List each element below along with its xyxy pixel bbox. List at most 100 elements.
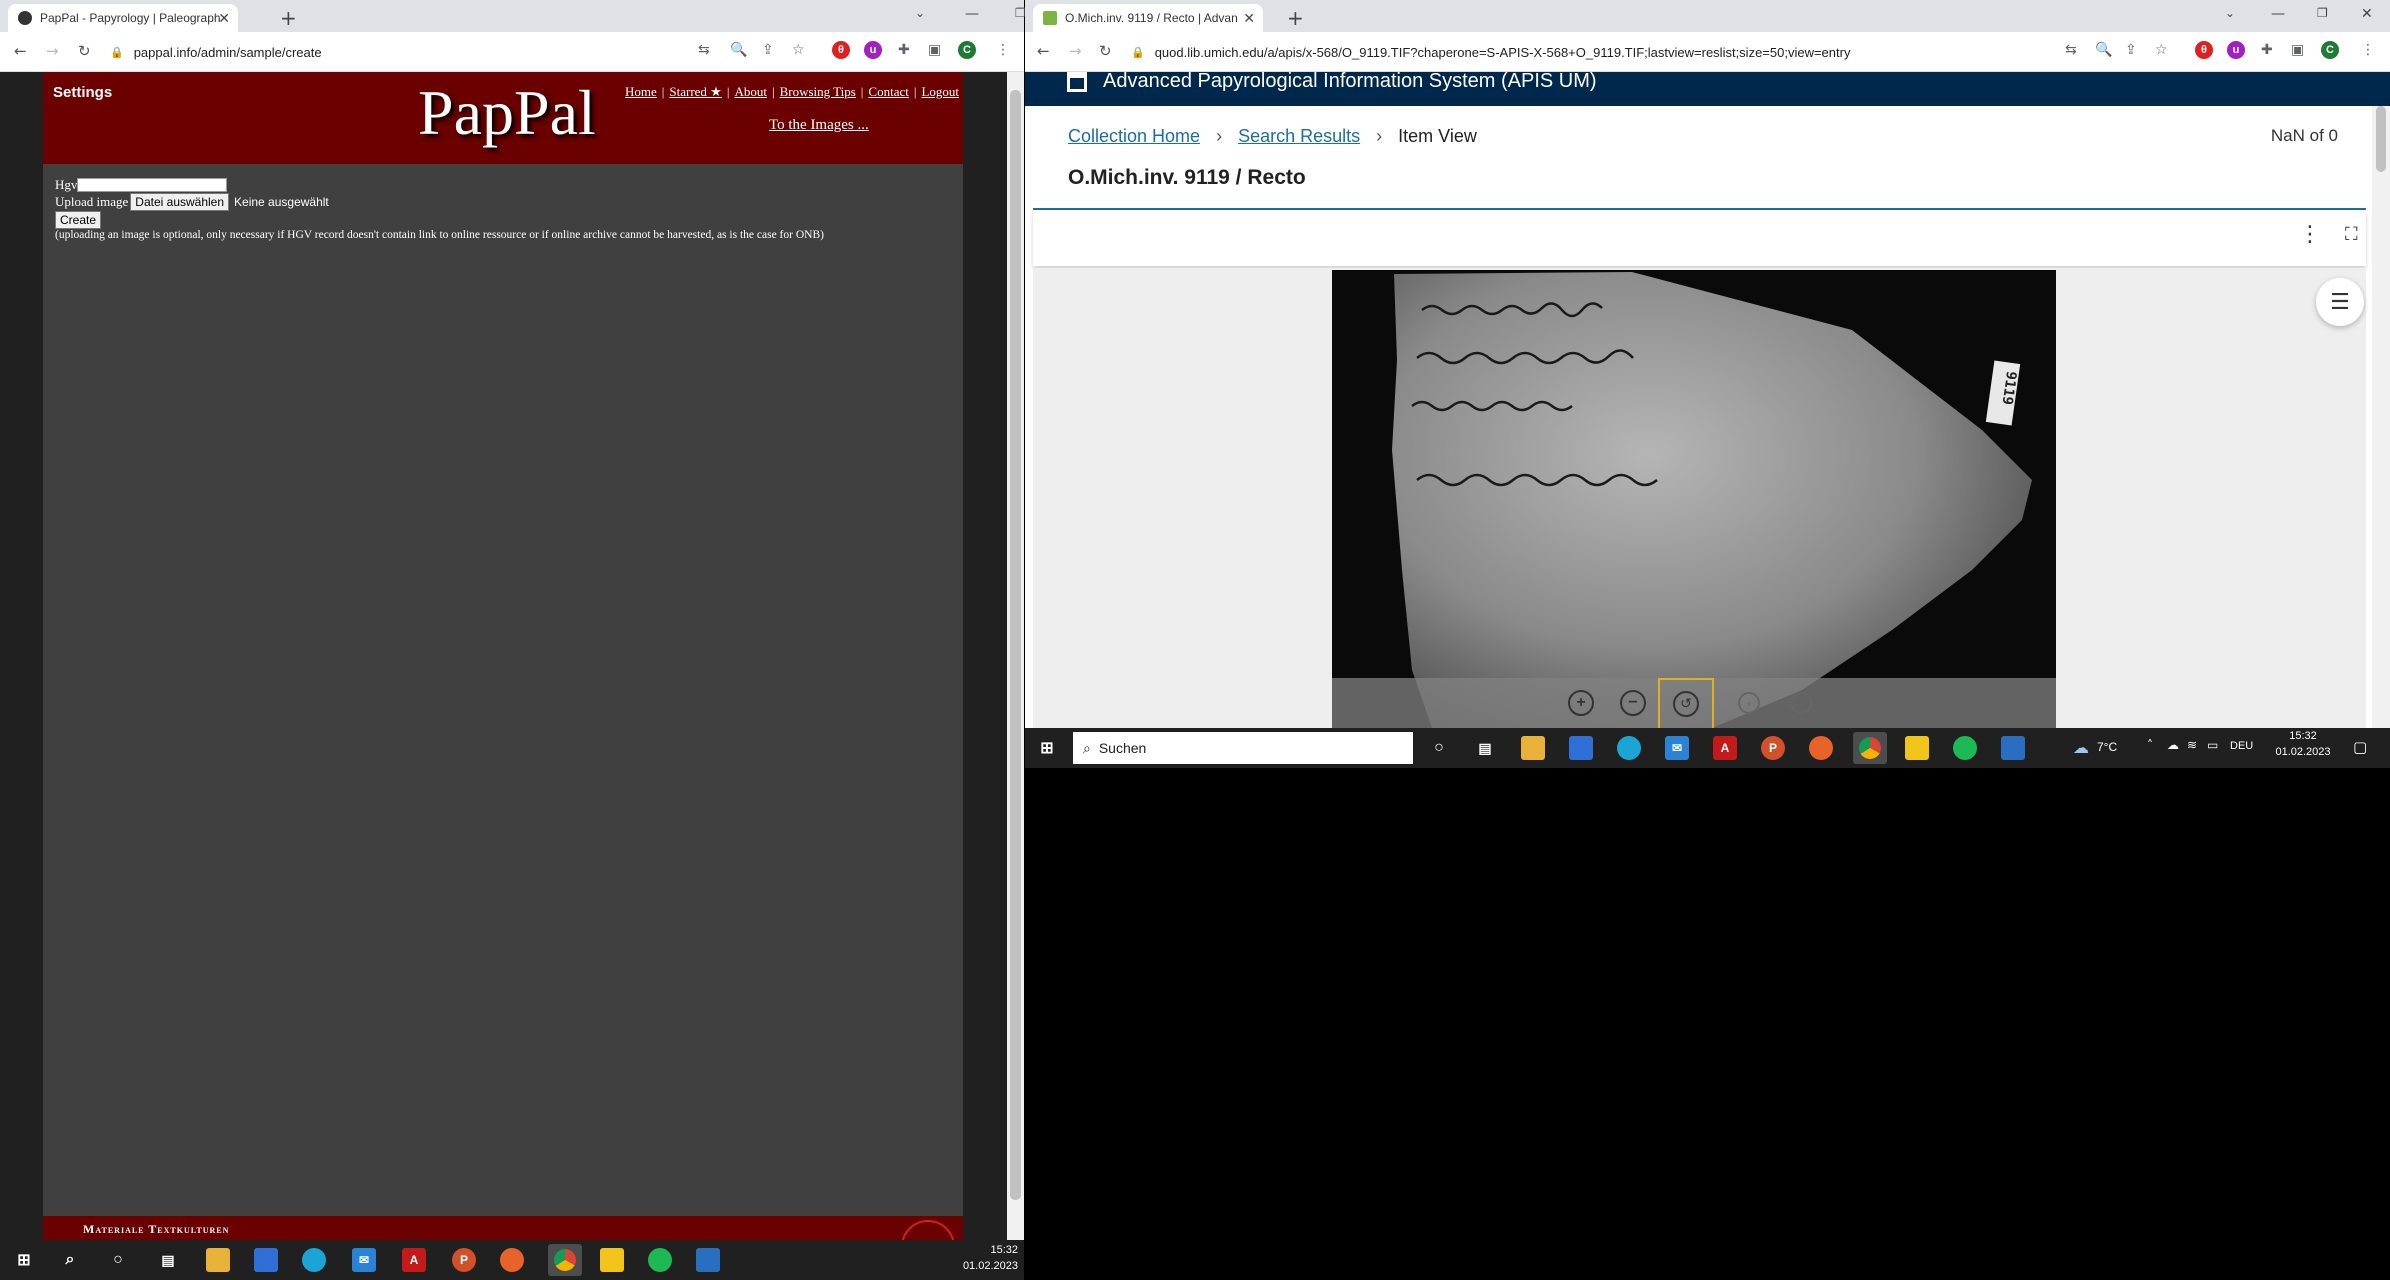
tab-apis[interactable]: O.Mich.inv. 9119 / Recto | Advan ✕ — [1033, 4, 1263, 32]
zoom-icon[interactable]: 🔍 — [2095, 42, 2112, 58]
back-icon[interactable]: ← — [1037, 42, 1050, 60]
spotify-icon[interactable] — [1953, 736, 1977, 760]
nav-logout[interactable]: Logout — [921, 84, 959, 99]
acrobat-icon[interactable]: A — [402, 1248, 426, 1272]
zoom-icon[interactable]: 🔍 — [730, 42, 747, 58]
right-scrollbar[interactable] — [2372, 106, 2390, 728]
notes-icon[interactable] — [1905, 736, 1929, 760]
close-tab-icon[interactable]: ✕ — [1243, 10, 1255, 27]
notes-icon[interactable] — [600, 1248, 624, 1272]
powerpoint-icon[interactable]: P — [1761, 736, 1785, 760]
file-explorer-icon[interactable] — [1521, 736, 1545, 760]
new-tab-icon[interactable]: + — [1287, 6, 1304, 30]
acrobat-icon[interactable]: A — [1713, 736, 1737, 760]
breadcrumb-collection-home[interactable]: Collection Home — [1068, 126, 1200, 146]
powerpoint-icon[interactable]: P — [452, 1248, 476, 1272]
zoom-in-icon[interactable]: + — [1568, 690, 1594, 716]
store-icon[interactable] — [254, 1248, 278, 1272]
rotate-right-icon[interactable]: › — [1790, 692, 1812, 714]
firefox-icon[interactable] — [500, 1248, 524, 1272]
nav-about[interactable]: About — [734, 84, 767, 99]
mail-icon[interactable]: ✉ — [1665, 736, 1689, 760]
share-icon[interactable]: ⇪ — [762, 42, 774, 58]
extensions-puzzle-icon[interactable]: ✚ — [898, 42, 910, 58]
close-window-icon[interactable]: ✕ — [2361, 6, 2373, 22]
task-view-icon[interactable]: ▤ — [1473, 736, 1497, 760]
chevron-down-icon[interactable]: ⌄ — [2225, 6, 2235, 20]
search-icon[interactable]: ⌕ — [58, 1248, 82, 1272]
menu-dots-icon[interactable]: ⋮ — [996, 42, 1010, 58]
share-icon[interactable]: ⇪ — [2125, 42, 2137, 58]
address-bar[interactable]: 🔒 quod.lib.umich.edu/a/apis/x-568/O_9119… — [1131, 39, 2051, 65]
rotate-left-icon[interactable]: ‹ — [1738, 692, 1760, 714]
settings-link[interactable]: Settings — [53, 84, 112, 101]
sidepanel-icon[interactable]: ▣ — [2291, 42, 2304, 58]
edge-icon[interactable] — [1617, 736, 1641, 760]
create-button[interactable]: Create — [55, 211, 102, 229]
image-viewer[interactable]: 9119 + − ↺ ‹ › ☰ — [1033, 268, 2366, 728]
weather-temp[interactable]: 7°C — [2097, 740, 2117, 754]
close-tab-icon[interactable]: ✕ — [218, 10, 230, 27]
photos-icon[interactable] — [696, 1248, 720, 1272]
reload-icon[interactable]: ↻ — [78, 42, 91, 60]
back-icon[interactable]: ← — [14, 42, 27, 60]
tray-chevron-up-icon[interactable]: ˄ — [2147, 738, 2153, 752]
left-scrollbar[interactable] — [1007, 72, 1024, 1240]
nav-contact[interactable]: Contact — [868, 84, 908, 99]
image-settings-icon[interactable]: ☰ — [2316, 278, 2364, 326]
notifications-icon[interactable]: ▢ — [2353, 738, 2367, 756]
bookmark-star-icon[interactable]: ☆ — [792, 42, 805, 58]
chrome-active-icon[interactable] — [1853, 732, 1887, 764]
windows-start-icon[interactable]: ⊞ — [12, 1248, 36, 1272]
reset-zoom-button[interactable]: ↺ — [1658, 678, 1714, 728]
tab-pappal[interactable]: PapPal - Papyrology | Paleograph ✕ — [8, 4, 238, 32]
hgv-input[interactable] — [77, 177, 228, 192]
choose-file-button[interactable]: Datei auswählen — [130, 193, 230, 211]
translate-icon[interactable]: ⇆ — [698, 42, 710, 58]
wifi-icon[interactable]: ≋ — [2187, 738, 2197, 752]
scrollbar-thumb[interactable] — [2376, 106, 2386, 172]
minimize-icon[interactable]: — — [965, 6, 979, 22]
new-tab-icon[interactable]: + — [280, 6, 297, 30]
fullscreen-icon[interactable]: ⛶ — [2345, 224, 2358, 245]
sidepanel-icon[interactable]: ▣ — [928, 42, 941, 58]
extension-red-icon[interactable]: θ — [832, 41, 850, 59]
cortana-icon[interactable]: ○ — [106, 1248, 130, 1272]
nav-home[interactable]: Home — [625, 84, 657, 99]
forward-icon[interactable]: → — [46, 42, 59, 60]
restore-icon[interactable]: ❐ — [2317, 6, 2328, 20]
cortana-icon[interactable]: ○ — [1427, 736, 1451, 760]
nav-starred[interactable]: Starred ★ — [669, 84, 721, 99]
task-view-icon[interactable]: ▤ — [156, 1248, 180, 1272]
edge-icon[interactable] — [302, 1248, 326, 1272]
battery-icon[interactable]: ▭ — [2207, 738, 2218, 752]
store-icon[interactable] — [1569, 736, 1593, 760]
clock[interactable]: 15:32 01.02.2023 — [2273, 730, 2333, 758]
photos-icon[interactable] — [2001, 736, 2025, 760]
chrome-active-icon[interactable] — [548, 1244, 582, 1276]
zoom-out-icon[interactable]: − — [1620, 690, 1646, 716]
mail-icon[interactable]: ✉ — [352, 1248, 376, 1272]
ostracon-image[interactable]: 9119 — [1332, 270, 2056, 728]
chevron-down-icon[interactable]: ⌄ — [915, 6, 925, 20]
to-images-link[interactable]: To the Images ... — [769, 117, 869, 134]
extension-purple-icon[interactable]: u — [864, 41, 882, 59]
bookmark-star-icon[interactable]: ☆ — [2155, 42, 2168, 58]
windows-start-icon[interactable]: ⊞ — [1035, 736, 1059, 760]
taskbar-search-box[interactable]: ⌕ Suchen — [1073, 732, 1413, 764]
extensions-puzzle-icon[interactable]: ✚ — [2261, 42, 2273, 58]
spotify-icon[interactable] — [648, 1248, 672, 1272]
pappal-logo[interactable]: PapPal — [418, 76, 596, 150]
extension-purple-icon[interactable]: u — [2227, 41, 2245, 59]
breadcrumb-search-results[interactable]: Search Results — [1238, 126, 1360, 146]
reload-icon[interactable]: ↻ — [1099, 42, 1112, 60]
extension-red-icon[interactable]: θ — [2195, 41, 2213, 59]
profile-avatar[interactable]: C — [958, 41, 976, 59]
tray-cloud-icon[interactable]: ☁ — [2167, 738, 2179, 752]
scrollbar-thumb[interactable] — [1010, 90, 1021, 1200]
site-title[interactable]: Advanced Papyrological Information Syste… — [1103, 70, 1597, 93]
language-indicator[interactable]: DEU — [2230, 740, 2253, 752]
profile-avatar[interactable]: C — [2321, 41, 2339, 59]
more-options-icon[interactable]: ⋮ — [2299, 222, 2321, 247]
firefox-icon[interactable] — [1809, 736, 1833, 760]
